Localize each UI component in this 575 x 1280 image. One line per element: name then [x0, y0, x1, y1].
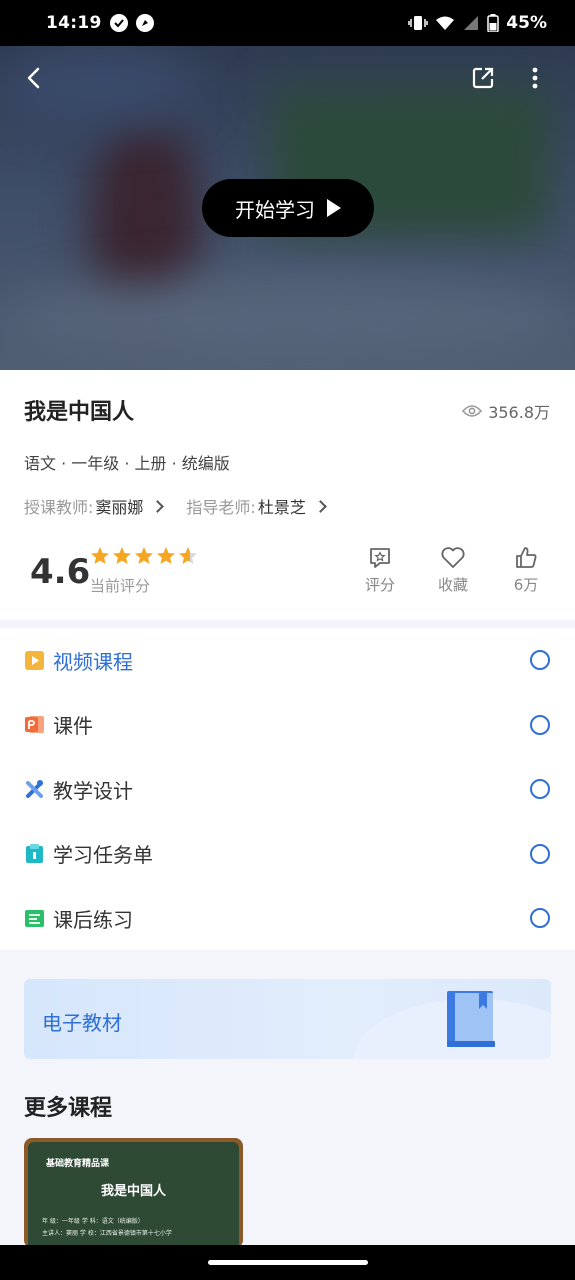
- start-learning-label: 开始学习: [235, 197, 315, 222]
- status-bar: 14:19 45%: [0, 0, 575, 46]
- resource-radio[interactable]: [530, 779, 550, 799]
- course-card-brand: 基础教育精品课: [46, 1159, 110, 1169]
- resource-list: 视频课程课件教学设计学习任务单课后练习: [0, 628, 575, 950]
- favorite-button[interactable]: 收藏: [428, 546, 478, 595]
- teacher-label: 授课教师:: [24, 498, 94, 517]
- rating-stars: [90, 546, 198, 566]
- battery-percent: 45%: [506, 13, 547, 33]
- chevron-right-icon: [151, 499, 165, 513]
- status-time: 14:19: [46, 13, 102, 33]
- star-icon: [113, 547, 131, 564]
- favorite-label: 收藏: [437, 576, 468, 594]
- rating-label: 当前评分: [90, 577, 151, 595]
- start-learning-button[interactable]: 开始学习: [202, 179, 374, 237]
- resource-item[interactable]: 课件: [0, 693, 575, 757]
- resource-radio[interactable]: [530, 843, 550, 864]
- thumbs-up-icon: [516, 547, 537, 568]
- status-right: 45%: [408, 13, 547, 33]
- resource-radio[interactable]: [530, 908, 550, 928]
- blurred-desks: [0, 276, 575, 366]
- more-vertical-icon: [532, 67, 538, 89]
- home-gesture-pill[interactable]: [208, 1260, 368, 1265]
- resource-item-label: 学习任务单: [53, 843, 153, 867]
- resource-item-label: 课后练习: [53, 907, 133, 932]
- clipboard-icon: [26, 844, 43, 863]
- share-icon: [472, 67, 494, 89]
- system-nav-bar: [0, 1245, 575, 1280]
- app-root: 14:19 45% 开始学习 我是中国人 356.8万 语文 · 一年级 · 上…: [0, 0, 575, 1280]
- resource-item-label: 教学设计: [53, 778, 133, 803]
- resource-item[interactable]: 学习任务单: [0, 822, 575, 886]
- teacher-name: 窦丽娜: [95, 498, 144, 517]
- more-courses-title: 更多课程: [24, 1096, 113, 1121]
- course-card-title: 我是中国人: [100, 1184, 166, 1199]
- resource-item[interactable]: 课后练习: [0, 886, 575, 950]
- eye-icon: [462, 405, 483, 417]
- rate-label: 评分: [364, 576, 395, 594]
- resource-item-label: 课件: [53, 714, 93, 738]
- course-info-card: 我是中国人 356.8万 语文 · 一年级 · 上册 · 统编版 授课教师: 窦…: [0, 370, 575, 620]
- compass-icon: [135, 14, 154, 32]
- course-meta: 语文 · 一年级 · 上册 · 统编版: [24, 454, 230, 473]
- wifi-icon: [436, 16, 455, 30]
- star-icon: [135, 547, 153, 564]
- video-icon: [25, 650, 44, 670]
- view-count: 356.8万: [462, 399, 550, 423]
- heart-icon: [441, 547, 465, 568]
- advisor-link[interactable]: 杜景芝: [256, 494, 327, 518]
- back-button[interactable]: [20, 64, 48, 92]
- play-icon: [327, 199, 341, 217]
- course-card-thumbnail: 基础教育精品课 我是中国人 年 级：一年级 学 科：语文（统编版） 主讲人：窦丽…: [28, 1142, 239, 1248]
- course-card-line-2: 主讲人：窦丽 学 校：江西省景德镇市第十七小学: [42, 1230, 172, 1237]
- video-player[interactable]: 开始学习: [0, 46, 575, 370]
- chevron-right-icon: [313, 499, 327, 513]
- rating-value: 4.6: [30, 552, 91, 592]
- more-button[interactable]: [521, 64, 549, 92]
- rate-button[interactable]: 评分: [355, 546, 405, 595]
- rate-icon: [370, 548, 390, 568]
- book-icon: [447, 991, 495, 1047]
- course-card[interactable]: 基础教育精品课 我是中国人 年 级：一年级 学 科：语文（统编版） 主讲人：窦丽…: [24, 1138, 243, 1248]
- likes-count: 6万: [513, 576, 539, 594]
- course-title: 我是中国人: [24, 400, 135, 425]
- ebook-label: 电子教材: [42, 1011, 122, 1035]
- advisor-label: 指导老师:: [186, 498, 256, 517]
- view-count-value: 356.8万: [488, 403, 550, 422]
- check-icon: [109, 14, 128, 32]
- star-icon: [179, 547, 197, 564]
- exercise-icon: [25, 909, 44, 927]
- teacher-row: 授课教师: 窦丽娜 指导老师: 杜景芝: [24, 494, 327, 518]
- battery-icon: [487, 14, 500, 32]
- vibrate-icon: [408, 16, 429, 30]
- signal-icon: [464, 16, 479, 30]
- back-arrow-icon: [27, 67, 40, 89]
- share-button[interactable]: [469, 64, 497, 92]
- resource-item-label: 视频课程: [53, 649, 133, 674]
- resource-item[interactable]: 教学设计: [0, 757, 575, 821]
- ebook-banner[interactable]: 电子教材: [24, 979, 551, 1059]
- teacher-link[interactable]: 窦丽娜: [93, 494, 165, 518]
- course-card-line-1: 年 级：一年级 学 科：语文（统编版）: [42, 1218, 144, 1225]
- star-icon: [157, 547, 175, 564]
- slides-icon: [25, 716, 44, 733]
- advisor-name: 杜景芝: [257, 498, 306, 517]
- design-icon: [26, 779, 43, 798]
- like-button[interactable]: 6万: [501, 546, 551, 595]
- resource-item[interactable]: 视频课程: [0, 628, 575, 692]
- resource-radio[interactable]: [530, 650, 550, 670]
- resource-radio[interactable]: [530, 714, 550, 735]
- star-icon: [91, 547, 109, 564]
